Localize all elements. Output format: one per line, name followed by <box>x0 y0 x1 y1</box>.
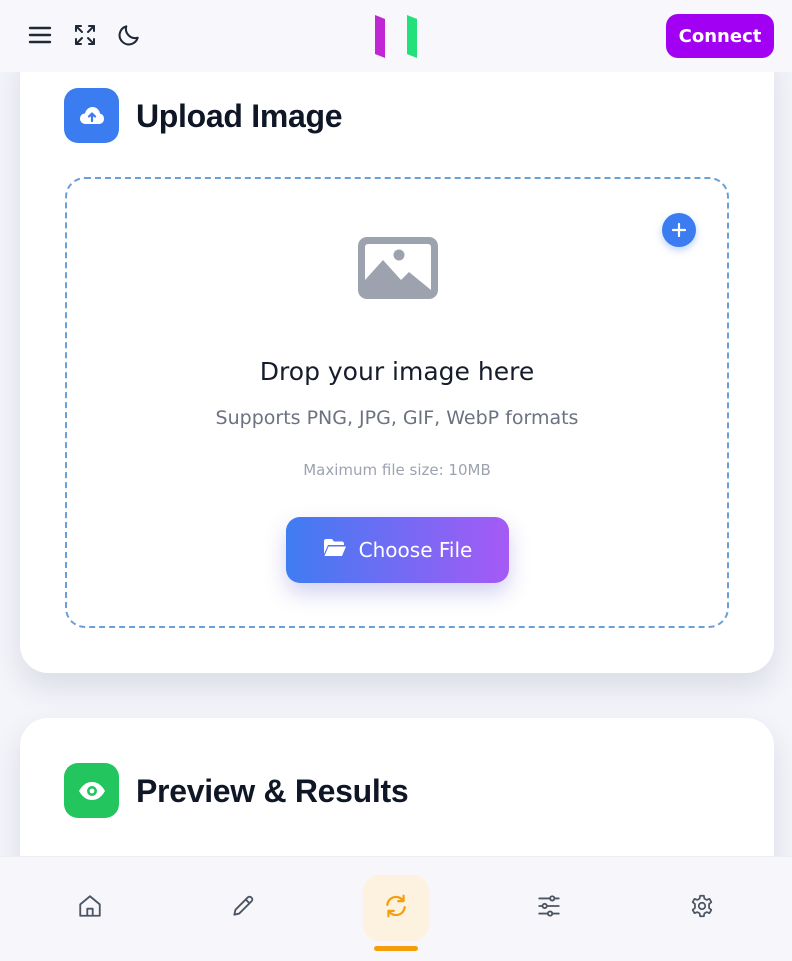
sync-icon <box>383 893 409 924</box>
bottom-navigation <box>0 856 792 961</box>
hamburger-menu-icon[interactable] <box>27 22 53 48</box>
upload-title: Upload Image <box>136 98 343 134</box>
top-header: Connect <box>0 0 792 72</box>
nav-edit[interactable] <box>210 875 276 941</box>
home-icon <box>77 893 103 924</box>
eye-icon <box>64 763 119 818</box>
gear-icon <box>689 893 715 924</box>
nav-convert[interactable] <box>363 875 429 941</box>
upload-card: Upload Image Drop your image here Suppor… <box>20 40 774 673</box>
image-placeholder-icon <box>358 237 438 299</box>
nav-adjust[interactable] <box>516 875 582 941</box>
sliders-icon <box>536 893 562 924</box>
drop-title: Drop your image here <box>259 357 535 386</box>
pencil-icon <box>230 893 256 924</box>
supported-formats-text: Supports PNG, JPG, GIF, WebP formats <box>215 407 579 429</box>
preview-title: Preview & Results <box>136 773 409 809</box>
connect-button[interactable]: Connect <box>666 14 774 58</box>
choose-file-button[interactable]: Choose File <box>286 517 509 583</box>
folder-open-icon <box>323 538 347 563</box>
max-file-size-text: Maximum file size: 10MB <box>303 461 491 479</box>
plus-icon[interactable] <box>662 213 696 247</box>
nav-settings[interactable] <box>669 875 735 941</box>
dropzone[interactable]: Drop your image here Supports PNG, JPG, … <box>65 177 729 628</box>
active-tab-indicator <box>374 946 418 951</box>
app-logo <box>375 15 417 58</box>
cloud-upload-icon <box>64 88 119 143</box>
moon-icon[interactable] <box>116 22 142 48</box>
choose-file-label: Choose File <box>358 538 473 562</box>
nav-home[interactable] <box>57 875 123 941</box>
expand-arrows-icon[interactable] <box>72 22 98 48</box>
